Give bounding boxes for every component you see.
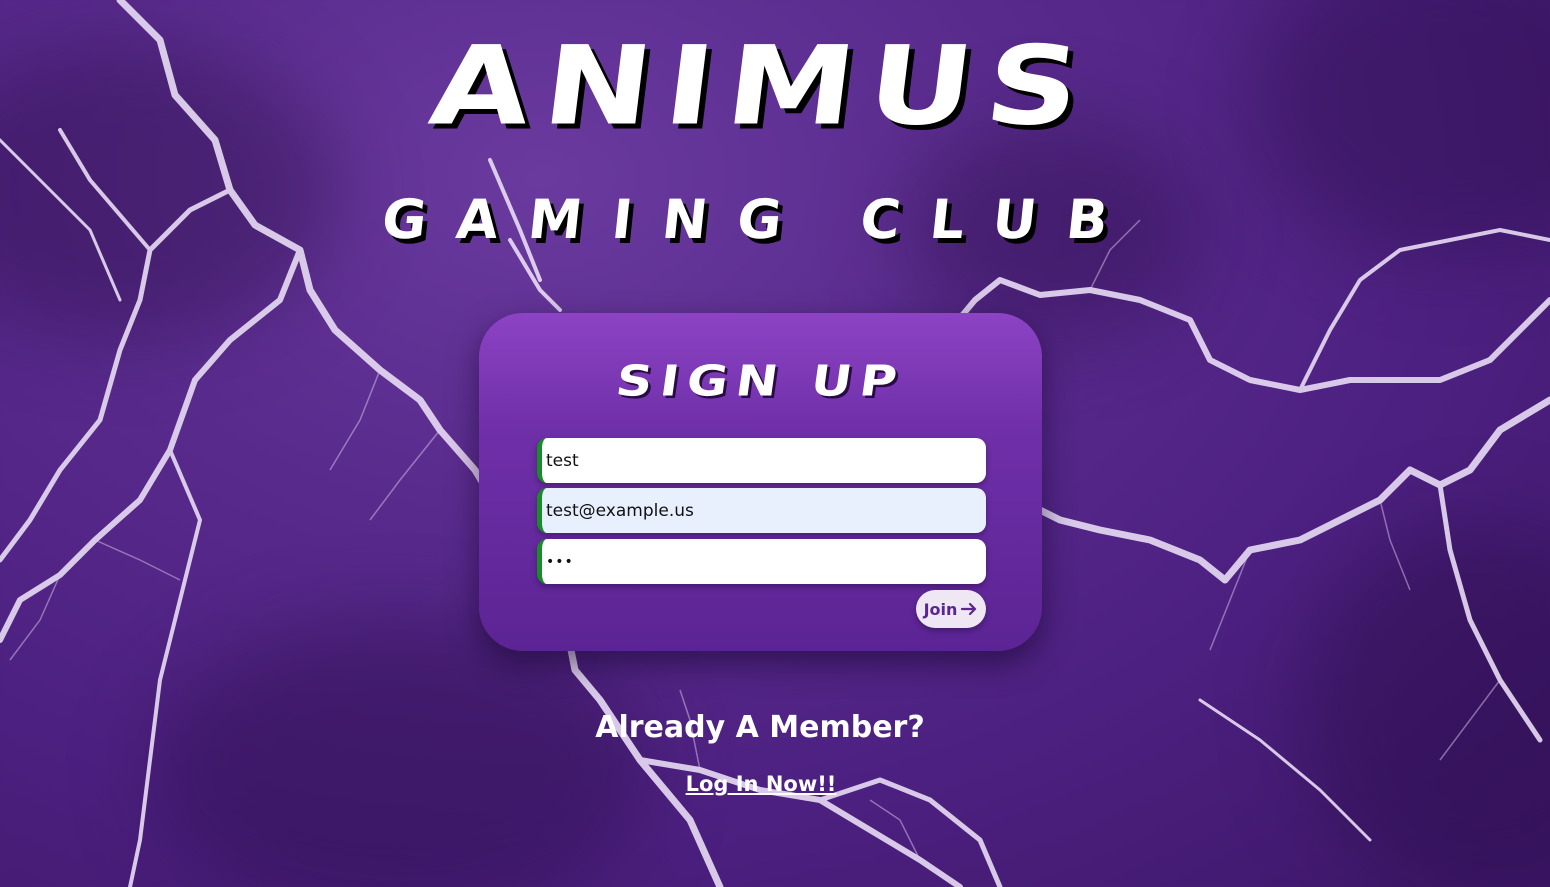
password-dots: ••• — [546, 553, 574, 570]
login-link[interactable]: Log In Now!! — [686, 772, 837, 796]
login-link-row: Log In Now!! — [0, 770, 1522, 798]
join-button[interactable]: Join — [916, 590, 986, 628]
password-field[interactable]: ••• — [537, 539, 986, 584]
logo-title: ANIMUS — [423, 23, 1101, 150]
name-field[interactable] — [537, 438, 986, 483]
signup-heading: SIGN UP — [612, 356, 909, 406]
join-label: Join — [923, 599, 958, 619]
member-prompt: Already A Member? — [595, 710, 925, 745]
email-field[interactable] — [537, 488, 986, 533]
arrow-right-icon — [961, 602, 977, 616]
signup-card: SIGN UP ••• Join — [479, 313, 1042, 651]
logo-subtitle: GAMING CLUB — [379, 188, 1142, 251]
